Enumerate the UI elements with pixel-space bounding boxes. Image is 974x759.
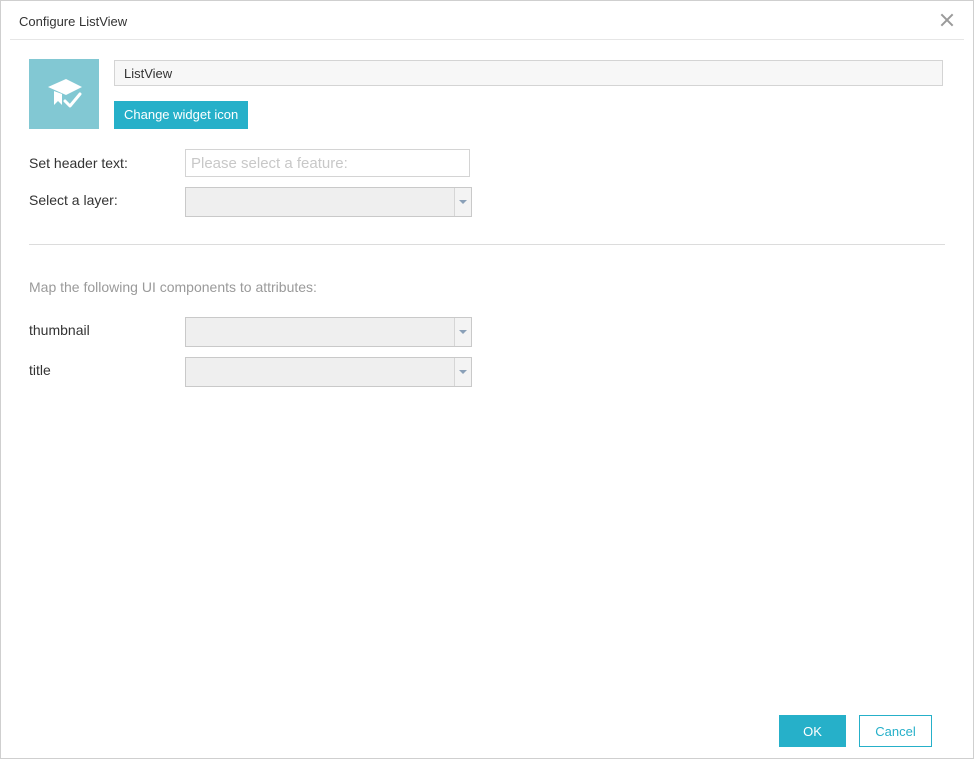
mapping-heading: Map the following UI components to attri… bbox=[29, 279, 317, 295]
dialog-titlebar: Configure ListView bbox=[10, 1, 964, 40]
chevron-down-icon[interactable] bbox=[454, 188, 471, 216]
title-label: title bbox=[29, 362, 51, 378]
widget-icon-preview bbox=[29, 59, 99, 129]
chevron-down-icon[interactable] bbox=[454, 358, 471, 386]
thumbnail-select[interactable] bbox=[185, 317, 472, 347]
widget-name-input[interactable] bbox=[114, 60, 943, 86]
cancel-button[interactable]: Cancel bbox=[859, 715, 932, 747]
close-icon[interactable] bbox=[938, 11, 956, 29]
header-text-label: Set header text: bbox=[29, 155, 128, 171]
chevron-down-icon[interactable] bbox=[454, 318, 471, 346]
thumbnail-label: thumbnail bbox=[29, 322, 90, 338]
change-widget-icon-button[interactable]: Change widget icon bbox=[114, 101, 249, 129]
title-select[interactable] bbox=[185, 357, 472, 387]
graduation-cap-icon bbox=[48, 79, 82, 108]
header-text-input[interactable] bbox=[185, 149, 470, 177]
dialog-title: Configure ListView bbox=[19, 14, 128, 29]
layer-label: Select a layer: bbox=[29, 192, 118, 208]
ok-button[interactable]: OK bbox=[779, 715, 846, 747]
configure-dialog: Configure ListView Change widget icon Se… bbox=[0, 0, 974, 759]
layer-select[interactable] bbox=[185, 187, 472, 217]
section-divider bbox=[29, 244, 945, 245]
